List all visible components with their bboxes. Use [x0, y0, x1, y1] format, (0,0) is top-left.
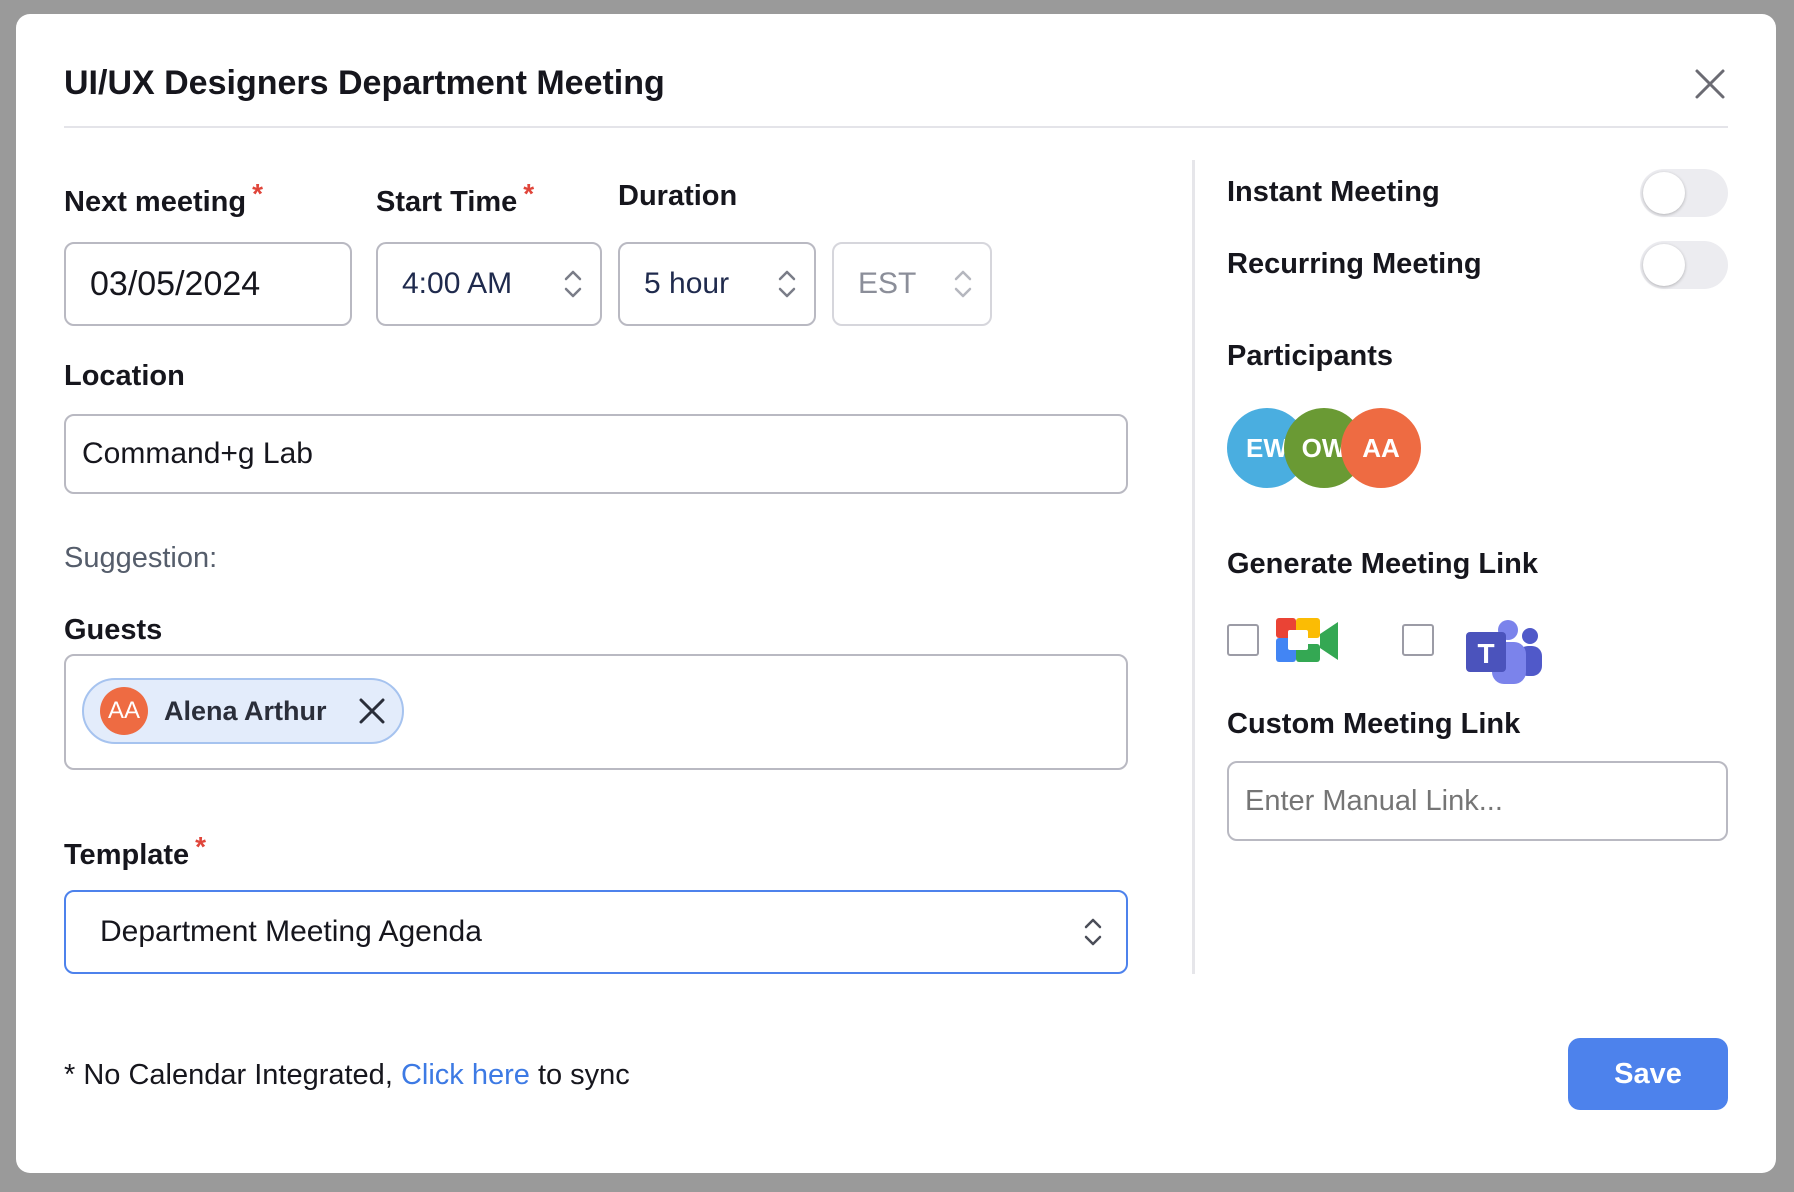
chevron-updown-icon [778, 270, 796, 298]
next-meeting-date-input[interactable]: 03/05/2024 [64, 242, 352, 326]
recurring-meeting-label: Recurring Meeting [1227, 248, 1482, 280]
microsoft-teams-icon: T [1466, 620, 1542, 684]
timezone-select[interactable]: EST [832, 242, 992, 326]
guest-name: Alena Arthur [164, 695, 327, 726]
dialog-header: UI/UX Designers Department Meeting [64, 14, 1728, 128]
required-marker: * [195, 831, 207, 862]
toggle-knob [1643, 172, 1685, 214]
instant-meeting-toggle[interactable] [1640, 169, 1728, 217]
google-meet-icon [1276, 618, 1338, 662]
microsoft-teams-checkbox[interactable] [1402, 624, 1434, 656]
recurring-meeting-toggle[interactable] [1640, 241, 1728, 289]
google-meet-checkbox[interactable] [1227, 624, 1259, 656]
participants-label: Participants [1227, 340, 1393, 372]
guests-label: Guests [64, 614, 163, 646]
start-time-label: Start Time * [376, 178, 535, 218]
start-time-select[interactable]: 4:00 AM [376, 242, 602, 326]
calendar-sync-notice: * No Calendar Integrated, Click here to … [64, 1059, 630, 1091]
chevron-updown-icon [1084, 918, 1102, 946]
required-marker: * [523, 178, 535, 209]
template-label: Template * [64, 831, 207, 871]
close-icon[interactable] [1692, 66, 1728, 102]
guests-input[interactable]: AA Alena Arthur [64, 654, 1128, 770]
location-input[interactable]: Command+g Lab [64, 414, 1128, 494]
custom-meeting-link-input[interactable] [1245, 784, 1726, 818]
remove-guest-icon[interactable] [357, 696, 387, 726]
custom-meeting-link-label: Custom Meeting Link [1227, 708, 1521, 740]
chevron-updown-icon [954, 270, 972, 298]
dialog-title: UI/UX Designers Department Meeting [64, 64, 665, 102]
chevron-updown-icon [564, 270, 582, 298]
generate-meeting-link-label: Generate Meeting Link [1227, 548, 1539, 580]
sync-calendar-link[interactable]: Click here [401, 1059, 530, 1091]
instant-meeting-label: Instant Meeting [1227, 176, 1440, 208]
save-button[interactable]: Save [1568, 1038, 1728, 1110]
column-divider [1192, 160, 1195, 974]
custom-meeting-link-field[interactable] [1227, 761, 1728, 841]
toggle-knob [1643, 244, 1685, 286]
duration-label: Duration [618, 180, 738, 212]
guest-chip: AA Alena Arthur [82, 678, 404, 744]
location-label: Location [64, 360, 185, 392]
template-select[interactable]: Department Meeting Agenda [64, 890, 1128, 974]
next-meeting-label: Next meeting * [64, 178, 264, 218]
required-marker: * [252, 178, 264, 209]
meeting-dialog: UI/UX Designers Department Meeting Next … [16, 14, 1776, 1173]
duration-select[interactable]: 5 hour [618, 242, 816, 326]
avatar: AA [100, 687, 148, 735]
participant-avatar[interactable]: AA [1341, 408, 1421, 488]
svg-text:T: T [1477, 638, 1494, 669]
suggestion-label: Suggestion: [64, 542, 218, 574]
